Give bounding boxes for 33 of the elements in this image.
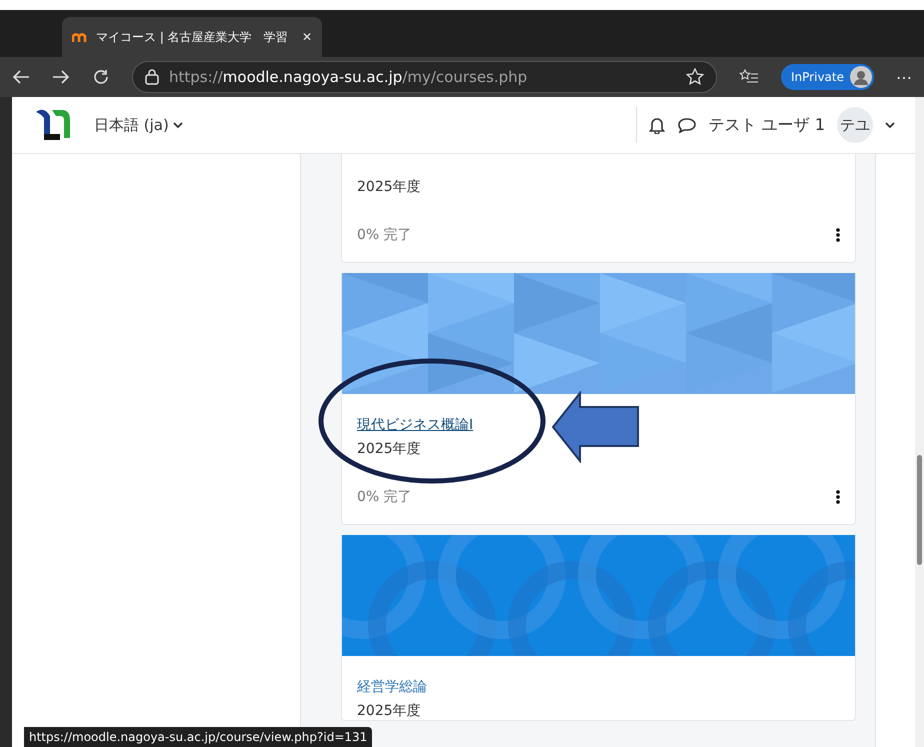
- course-year: 2025年度: [357, 702, 421, 720]
- moodle-logo-icon: [72, 32, 88, 42]
- scrollbar[interactable]: [915, 97, 924, 747]
- course-title-link[interactable]: 経営学総論: [357, 678, 427, 696]
- back-icon[interactable]: [12, 70, 30, 84]
- forward-icon[interactable]: [52, 70, 70, 84]
- close-icon[interactable]: ✕: [302, 30, 312, 44]
- address-bar[interactable]: https://moodle.nagoya-su.ac.jp/my/courses.php: [132, 61, 718, 93]
- star-icon[interactable]: [686, 68, 704, 86]
- bell-icon[interactable]: [648, 116, 665, 134]
- progress-text: 0% 完了: [357, 488, 412, 506]
- browser-tab[interactable]: マイコース | 名古屋産業大学 学習 ✕: [62, 17, 322, 57]
- kebab-menu-icon[interactable]: [836, 490, 840, 504]
- inprivate-badge[interactable]: InPrivate: [781, 64, 874, 90]
- favorites-icon[interactable]: [739, 69, 760, 85]
- course-title-link[interactable]: 現代ビジネス概論Ⅰ: [357, 416, 474, 434]
- caret-icon[interactable]: [885, 121, 895, 129]
- more-icon[interactable]: ⋯: [896, 68, 912, 86]
- refresh-icon[interactable]: [92, 68, 110, 86]
- tab-title: マイコース | 名古屋産業大学 学習: [96, 28, 289, 46]
- profile-avatar-icon: [850, 66, 872, 88]
- chat-bubble-icon[interactable]: [676, 117, 697, 133]
- user-name[interactable]: テスト ユーザ 1: [708, 114, 825, 136]
- progress-text: 0% 完了: [357, 226, 412, 244]
- status-url-tooltip: https://moodle.nagoya-su.ac.jp/course/view.php?id=131: [24, 727, 372, 747]
- lock-icon: [145, 69, 159, 85]
- language-menu[interactable]: 日本語 (ja): [94, 116, 183, 134]
- user-avatar[interactable]: テユ: [837, 107, 873, 143]
- course-year: 2025年度: [357, 440, 421, 458]
- url-text: https://moodle.nagoya-su.ac.jp/my/courses.php: [169, 68, 528, 86]
- kebab-menu-icon[interactable]: [836, 228, 840, 242]
- caret-icon: [172, 121, 183, 129]
- course-year: 2025年度: [357, 178, 421, 196]
